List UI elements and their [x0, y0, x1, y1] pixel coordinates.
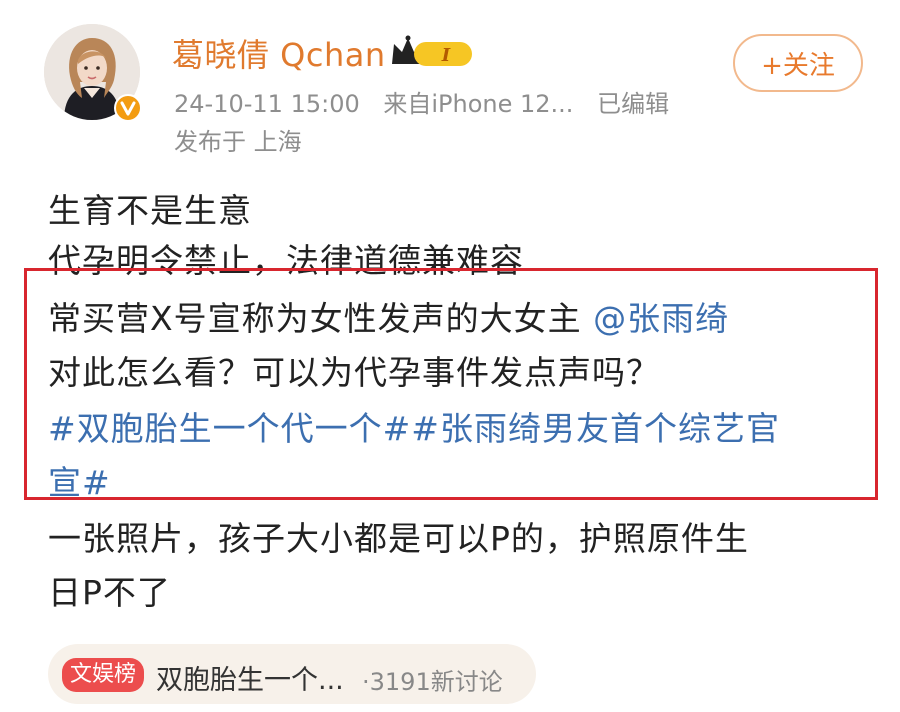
- verified-v-icon: [114, 94, 142, 122]
- mention-link[interactable]: @张雨绮: [593, 299, 729, 338]
- post-edited-label[interactable]: 已编辑: [597, 90, 669, 118]
- post-text-line-4: 对此怎么看？可以为代孕事件发点声吗？: [48, 353, 660, 392]
- author-name[interactable]: 葛晓倩 Qchan: [172, 30, 386, 76]
- post-meta: 24-10-11 15:00 来自iPhone 12... 已编辑: [174, 84, 685, 119]
- post-text-line-7: 一张照片，孩子大小都是可以P的，护照原件生: [48, 519, 749, 558]
- hashtag-link-continued[interactable]: 宣#: [48, 456, 111, 504]
- post-timestamp: 24-10-11 15:00: [174, 90, 360, 118]
- post-text-line-3: 常买营X号宣称为女性发声的大女主 @张雨绮: [48, 292, 729, 340]
- crown-level-icon: I: [392, 35, 472, 66]
- follow-button[interactable]: +关注: [733, 34, 863, 92]
- topic-title[interactable]: 双胞胎生一个...: [156, 658, 344, 697]
- post-location: 发布于 上海: [174, 128, 302, 156]
- weibo-post: 葛晓倩 Qchan I 24-10-11 15:00 来自iPhone 12..…: [0, 0, 900, 712]
- post-source: 来自iPhone 12...: [383, 90, 574, 118]
- post-text-line-8: 日P不了: [48, 573, 171, 612]
- post-text-line-3-body: 常买营X号宣称为女性发声的大女主: [48, 299, 594, 338]
- level-badge-text: I: [441, 45, 451, 66]
- topic-badge: 文娱榜: [62, 658, 145, 692]
- avatar[interactable]: [44, 24, 142, 122]
- post-text-line-1: 生育不是生意: [48, 191, 252, 230]
- post-text-line-2: 代孕明令禁止，法律道德兼难容: [48, 241, 524, 280]
- topic-discussion-count: ·3191新讨论: [362, 668, 503, 696]
- hashtag-link[interactable]: #双胞胎生一个代一个##张雨绮男友首个综艺官: [48, 402, 780, 450]
